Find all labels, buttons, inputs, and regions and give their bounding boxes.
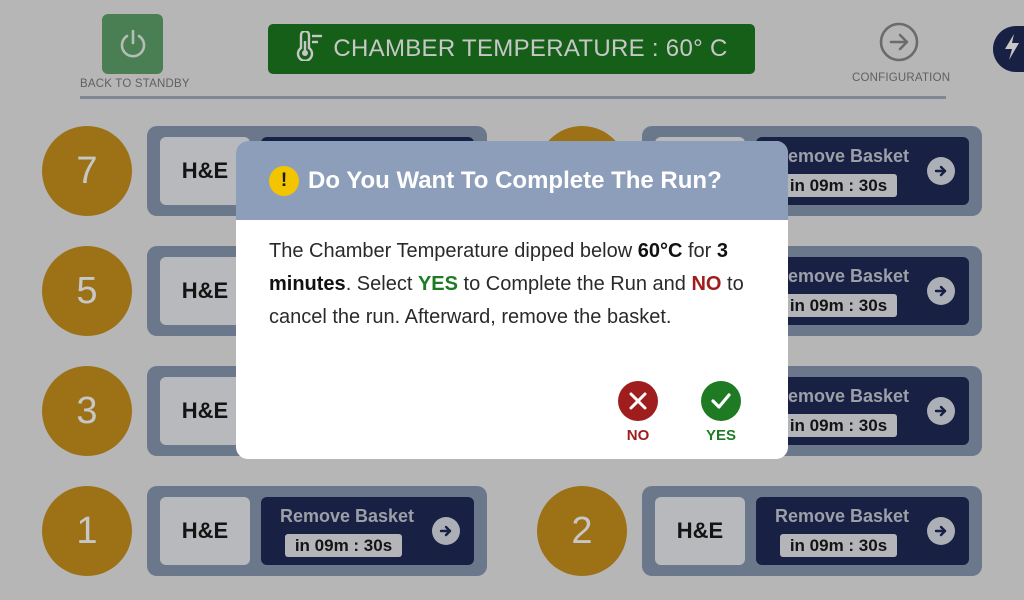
- message-no-word: NO: [691, 273, 722, 295]
- yes-label[interactable]: YES: [691, 427, 751, 444]
- message-text: for: [682, 240, 717, 262]
- dialog-title: Do You Want To Complete The Run?: [308, 166, 722, 194]
- no-button[interactable]: NO: [608, 381, 668, 444]
- message-text: . Select: [345, 273, 418, 295]
- message-yes-word: YES: [417, 273, 458, 295]
- message-text: The Chamber Temperature dipped below: [269, 240, 638, 262]
- dialog-message: The Chamber Temperature dipped below 60°…: [269, 235, 759, 334]
- no-label[interactable]: NO: [608, 427, 668, 444]
- message-text: to Complete the Run and: [457, 273, 692, 295]
- complete-run-dialog: ! Do You Want To Complete The Run? The C…: [236, 141, 788, 459]
- close-icon[interactable]: [618, 381, 658, 421]
- check-icon[interactable]: [701, 381, 741, 421]
- yes-button[interactable]: YES: [691, 381, 751, 444]
- exclamation-icon: !: [269, 165, 299, 196]
- message-temperature: 60°C: [637, 240, 683, 262]
- dialog-header: ! Do You Want To Complete The Run?: [236, 141, 788, 220]
